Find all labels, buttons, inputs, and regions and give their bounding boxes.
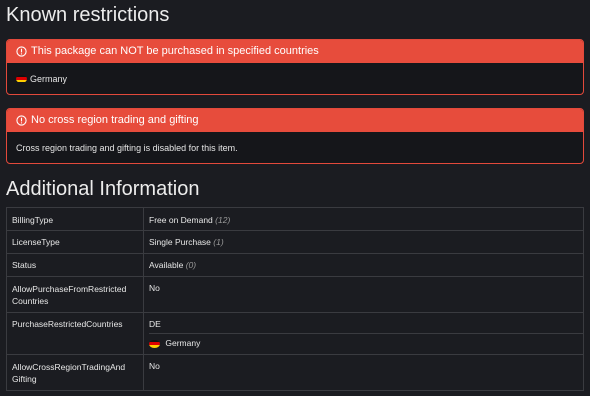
row-value: Single Purchase (1) [143, 230, 584, 254]
row-key: AllowCrossRegionTradingAnd Gifting [6, 354, 144, 391]
row-key: LicenseType [6, 230, 144, 254]
row-value-note: (0) [185, 260, 197, 270]
row-value-note: (1) [213, 237, 224, 247]
cross-region-alert-header: No cross region trading and gifting [7, 109, 583, 132]
row-value-text: Available [149, 260, 184, 270]
alert-circle-icon [16, 46, 27, 57]
alert-circle-icon [16, 115, 27, 126]
row-value: No [143, 276, 584, 313]
row-key: PurchaseRestrictedCountries [6, 312, 144, 355]
row-value: Free on Demand (12) [144, 208, 584, 231]
row-value: Available (0) [143, 253, 584, 277]
row-key: BillingType [6, 207, 144, 231]
cross-region-alert-body: Cross region trading and gifting is disa… [7, 132, 583, 163]
row-value: DE Germany [143, 312, 584, 355]
country-restriction-alert-header: This package can NOT be purchased in spe… [7, 40, 583, 63]
row-value-text: Single Purchase [149, 237, 211, 247]
country-restriction-alert-body: Germany [7, 63, 583, 94]
row-key: AllowPurchaseFromRestricted Countries [6, 276, 144, 313]
country-restriction-alert-title: This package can NOT be purchased in spe… [31, 45, 319, 57]
row-key: Status [6, 253, 144, 277]
restricted-country-code: DE [149, 319, 161, 329]
restricted-country-name: Germany [30, 73, 68, 84]
table-row: AllowPurchaseFromRestricted Countries No [6, 276, 584, 313]
germany-flag-icon [149, 339, 160, 348]
germany-flag-icon [16, 74, 27, 83]
cross-region-alert: No cross region trading and gifting Cros… [6, 108, 584, 164]
known-restrictions-heading: Known restrictions [6, 4, 170, 26]
cross-region-alert-title: No cross region trading and gifting [31, 114, 199, 126]
table-row: AllowCrossRegionTradingAnd Gifting No [6, 354, 584, 391]
table-row: BillingType Free on Demand (12) [6, 207, 584, 231]
additional-information-heading: Additional Information [6, 178, 200, 200]
restricted-country-name: Germany [165, 338, 201, 348]
row-value: No [143, 354, 584, 391]
row-value-text: Free on Demand [149, 215, 213, 225]
table-row: PurchaseRestrictedCountries DE Germany [6, 312, 584, 355]
table-row: Status Available (0) [6, 253, 584, 277]
restricted-country-subrow: Germany [149, 333, 583, 353]
additional-information-table: BillingType Free on Demand (12) LicenseT… [6, 207, 584, 391]
row-value-note: (12) [215, 215, 231, 225]
table-row: LicenseType Single Purchase (1) [6, 230, 584, 254]
country-restriction-alert: This package can NOT be purchased in spe… [6, 39, 584, 95]
cross-region-alert-text: Cross region trading and gifting is disa… [16, 142, 238, 153]
